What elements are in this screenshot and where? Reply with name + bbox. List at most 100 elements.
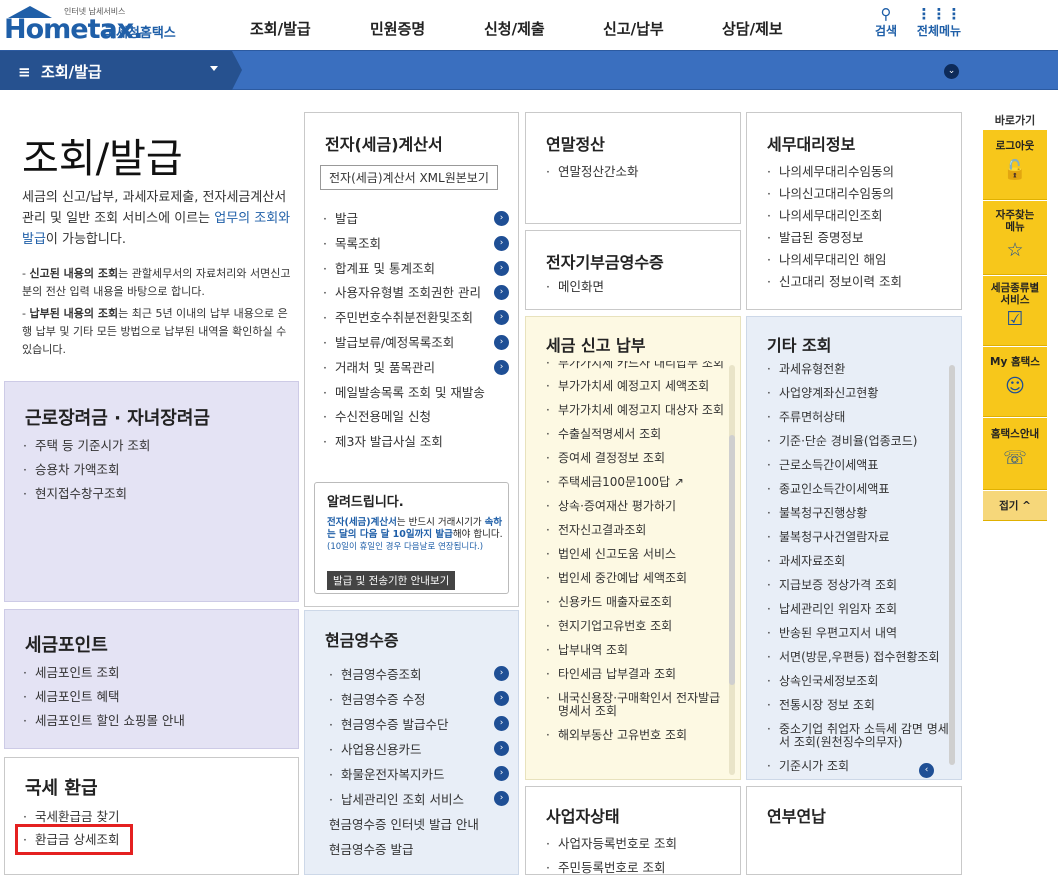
- list-item[interactable]: 불복청구사건열람자료: [767, 531, 950, 545]
- list-item[interactable]: 과세자료조회: [767, 555, 950, 569]
- chevron-right-icon: ›: [494, 260, 509, 276]
- list-item[interactable]: 법인세 신고도움 서비스: [546, 548, 724, 562]
- item-label: 사용자유형별 조회권한 관리: [335, 285, 481, 301]
- chevron-right-icon: ›: [494, 334, 509, 350]
- list-item[interactable]: 현금영수증 수정 ›: [329, 687, 509, 712]
- list-item[interactable]: 중소기업 취업자 소득세 감면 명세서 조회(원천징수의무자): [767, 723, 950, 749]
- list-item[interactable]: 합계표 및 통계조회 ›: [323, 257, 509, 282]
- scroll-area[interactable]: 과세유형전환 사업양계좌신고현황 주류면허상태 기준·단순 경비율(업종코드) …: [747, 361, 957, 775]
- list-item[interactable]: 부가가치세 예정고지 대상자 조회: [546, 404, 724, 418]
- quick-tax-type-service[interactable]: 세금종류별 서비스 ☑: [983, 276, 1047, 346]
- list-item[interactable]: 법인세 중간예납 세액조회: [546, 572, 724, 586]
- gnb-lookup[interactable]: 조회/발급: [250, 18, 311, 39]
- list-item[interactable]: 타인세금 납부결과 조회: [546, 668, 724, 682]
- chevron-left-icon[interactable]: ‹: [919, 763, 934, 778]
- list-item[interactable]: 현금영수증 발급수단 ›: [329, 712, 509, 737]
- list-item[interactable]: 나의신고대리수임동의: [767, 183, 902, 205]
- list-item[interactable]: 주택세금100문100답 ↗: [546, 476, 724, 490]
- list-item[interactable]: 거래처 및 품목관리 ›: [323, 356, 509, 381]
- list-item[interactable]: 사용자유형별 조회권한 관리 ›: [323, 281, 509, 306]
- quick-favorite-menu[interactable]: 자주찾는 메뉴 ☆: [983, 201, 1047, 275]
- list-item[interactable]: 내국신용장·구매확인서 전자발급명세서 조회: [546, 692, 724, 718]
- list-item[interactable]: 발급 ›: [323, 207, 509, 232]
- list-item[interactable]: 전자신고결과조회: [546, 524, 724, 538]
- chevron-right-icon: ›: [494, 766, 509, 781]
- list-item[interactable]: 과세유형전환: [767, 363, 950, 377]
- quick-fold-button[interactable]: 접기 ^: [983, 491, 1047, 521]
- list-item[interactable]: 메일발송목록 조회 및 재발송: [323, 381, 509, 406]
- list-item[interactable]: 승용차 가액조회: [23, 458, 150, 482]
- scrollbar-thumb[interactable]: [729, 435, 735, 685]
- list-item[interactable]: 수출실적명세서 조회: [546, 428, 724, 442]
- list-item[interactable]: 사업자등록번호로 조회: [546, 832, 677, 856]
- list-item[interactable]: 상속·증여재산 평가하기: [546, 500, 724, 514]
- list-item[interactable]: 세금포인트 조회: [23, 661, 185, 685]
- list-item[interactable]: 주민번호수취분전환및조회 ›: [323, 306, 509, 331]
- quick-logout[interactable]: 로그아웃 🔓: [983, 130, 1047, 200]
- gnb-apply[interactable]: 신청/제출: [484, 18, 545, 39]
- list-item[interactable]: 제3자 발급사실 조회: [323, 430, 509, 455]
- gnb-report[interactable]: 신고/납부: [603, 18, 664, 39]
- deadline-guide-button[interactable]: 발급 및 전송기한 안내보기: [327, 571, 456, 590]
- search-button[interactable]: ⚲ 검색: [868, 6, 904, 39]
- check-box-icon: ☑: [1006, 308, 1024, 330]
- list-item[interactable]: 사업양계좌신고현황: [767, 387, 950, 401]
- hometax-logo[interactable]: 인터넷 납세서비스 Hometax. 국세청홈택스: [4, 6, 189, 46]
- section-title: 사업자상태: [546, 807, 620, 826]
- list-item[interactable]: 상속인국세정보조회: [767, 675, 950, 689]
- location-select[interactable]: ≡ 조회/발급: [0, 51, 232, 90]
- list-item[interactable]: 반송된 우편고지서 내역: [767, 627, 950, 641]
- list-item[interactable]: 주민등록번호로 조회: [546, 856, 677, 880]
- xml-view-button[interactable]: 전자(세금)계산서 XML원본보기: [320, 165, 498, 190]
- list-item[interactable]: 나의세무대리인 해임: [767, 249, 902, 271]
- list-item[interactable]: 납부내역 조회: [546, 644, 724, 658]
- list-item[interactable]: 현지접수창구조회: [23, 482, 150, 506]
- list-item[interactable]: 기준·단순 경비율(업종코드): [767, 435, 950, 449]
- list-item[interactable]: 현금영수증조회 ›: [329, 662, 509, 687]
- list-item[interactable]: 부가가치세 카드사 대리납부 조회: [546, 361, 724, 370]
- expand-down-icon[interactable]: ⌄: [944, 64, 959, 79]
- list-item[interactable]: 현지기업고유번호 조회: [546, 620, 724, 634]
- list-item[interactable]: 부가가치세 예정고지 세액조회: [546, 380, 724, 394]
- list-item[interactable]: 증여세 결정정보 조회: [546, 452, 724, 466]
- list-item[interactable]: 주류면허상태: [767, 411, 950, 425]
- list-item[interactable]: 현금영수증 발급: [329, 837, 509, 862]
- list-item[interactable]: 연말정산간소화: [546, 161, 639, 183]
- list-item[interactable]: 납세관리인 조회 서비스 ›: [329, 787, 509, 812]
- list-item[interactable]: 주택 등 기준시가 조회: [23, 434, 150, 458]
- list-item[interactable]: 사업용신용카드 ›: [329, 737, 509, 762]
- location-bar: ≡ 조회/발급 ⌄: [0, 50, 1058, 90]
- list-item[interactable]: 불복청구진행상황: [767, 507, 950, 521]
- fold-label: 접기: [999, 500, 1019, 512]
- list-item[interactable]: 전통시장 정보 조회: [767, 699, 950, 713]
- list-item[interactable]: 발급보류/예정목록조회 ›: [323, 331, 509, 356]
- list-item[interactable]: 수신전용메일 신청: [323, 405, 509, 430]
- list-item[interactable]: 메인화면: [546, 276, 604, 298]
- list-item[interactable]: 세금포인트 할인 쇼핑몰 안내: [23, 709, 185, 733]
- list-item[interactable]: 신고대리 정보이력 조회: [767, 271, 902, 293]
- gnb-consult[interactable]: 상담/제보: [722, 18, 783, 39]
- list-item[interactable]: 나의세무대리수임동의: [767, 161, 902, 183]
- list-item[interactable]: 근로소득간이세액표: [767, 459, 950, 473]
- list-item[interactable]: 세금포인트 혜택: [23, 685, 185, 709]
- list-item[interactable]: 지급보증 정상가격 조회: [767, 579, 950, 593]
- scrollbar-thumb[interactable]: [949, 365, 955, 765]
- quick-hometax-guide[interactable]: 홈택스안내 ☏: [983, 418, 1047, 490]
- list-item[interactable]: 현금영수증 인터넷 발급 안내: [329, 812, 509, 837]
- list-item[interactable]: 발급된 증명정보: [767, 227, 902, 249]
- all-menu-button[interactable]: ⋮⋮⋮ 전체메뉴: [912, 6, 966, 39]
- list-item[interactable]: 목록조회 ›: [323, 232, 509, 257]
- section-title: 세금 신고 납부: [546, 336, 646, 355]
- gnb-certificate[interactable]: 민원증명: [370, 18, 425, 39]
- location-arrow: [232, 51, 242, 90]
- list-item[interactable]: 신용카드 매출자료조회: [546, 596, 724, 610]
- scroll-area[interactable]: 부가가치세 카드사 대리납부 조회 부가가치세 예정고지 세액조회 부가가치세 …: [526, 361, 736, 775]
- list-item[interactable]: 납세관리인 위임자 조회: [767, 603, 950, 617]
- list-item[interactable]: 나의세무대리인조회: [767, 205, 902, 227]
- list-item[interactable]: 해외부동산 고유번호 조회: [546, 729, 724, 743]
- section-title: 근로장려금 · 자녀장려금: [25, 408, 210, 429]
- list-item[interactable]: 화물운전자복지카드 ›: [329, 762, 509, 787]
- quick-my-hometax[interactable]: My 홈택스 ☺: [983, 347, 1047, 417]
- list-item[interactable]: 종교인소득간이세액표: [767, 483, 950, 497]
- list-item[interactable]: 서면(방문,우편등) 접수현황조회: [767, 651, 950, 665]
